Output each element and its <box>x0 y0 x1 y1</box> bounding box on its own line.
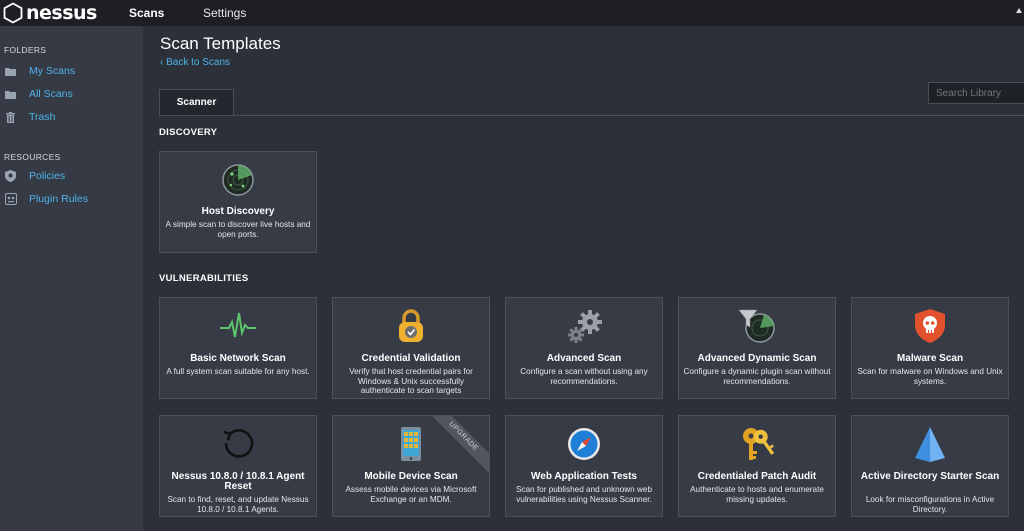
template-card-advanced-scan[interactable]: Advanced Scan Configure a scan without u… <box>505 297 663 399</box>
hexagon-logo-icon <box>3 2 23 24</box>
sidebar-item-policies[interactable]: Policies <box>4 167 65 185</box>
template-card-web-application-tests[interactable]: Web Application Tests Scan for published… <box>505 415 663 517</box>
card-title: Credential Validation <box>361 353 461 364</box>
skull-shield-icon <box>852 308 1008 344</box>
reset-icon <box>160 426 316 462</box>
brand-name: nessus <box>26 2 97 24</box>
card-title: Malware Scan <box>896 353 964 364</box>
sidebar-item-label: Plugin Rules <box>29 193 88 205</box>
card-title: Advanced Scan <box>546 353 622 364</box>
trash-icon <box>4 111 17 124</box>
resources-heading: RESOURCES <box>4 152 61 162</box>
template-card-active-directory-starter-scan[interactable]: Active Directory Starter Scan Look for m… <box>851 415 1009 517</box>
back-to-scans-link[interactable]: ‹ Back to Scans <box>160 57 230 68</box>
template-card-mobile-device-scan[interactable]: UPGRADE Mobile Device Scan Assess mobile… <box>332 415 490 517</box>
template-card-advanced-dynamic-scan[interactable]: Advanced Dynamic Scan Configure a dynami… <box>678 297 836 399</box>
card-title: Active Directory Starter Scan <box>860 471 1000 482</box>
radar-icon <box>160 162 316 198</box>
folder-icon <box>4 88 17 101</box>
filter-radar-icon <box>679 308 835 344</box>
card-description: Configure a dynamic plugin scan without … <box>683 367 831 386</box>
card-description: Verify that host credential pairs for Wi… <box>349 367 473 396</box>
padlock-check-icon <box>333 308 489 344</box>
tab-divider <box>159 115 1024 116</box>
folder-icon <box>4 65 17 78</box>
template-card-malware-scan[interactable]: Malware Scan Scan for malware on Windows… <box>851 297 1009 399</box>
card-description: Scan for published and unknown web vulne… <box>515 485 653 504</box>
card-description: Assess mobile devices via Microsoft Exch… <box>345 485 477 504</box>
card-description: Authenticate to hosts and enumerate miss… <box>690 485 824 504</box>
pulse-icon <box>160 308 316 344</box>
nav-scans[interactable]: Scans <box>129 0 164 26</box>
card-title: Web Application Tests <box>531 471 637 482</box>
card-description: Scan to find, reset, and update Nessus 1… <box>167 495 309 514</box>
sidebar-item-label: My Scans <box>29 65 76 77</box>
sidebar-item-plugin-rules[interactable]: Plugin Rules <box>4 190 88 208</box>
user-menu-caret-icon[interactable] <box>1016 8 1022 13</box>
template-card-credentialed-patch-audit[interactable]: Credentialed Patch Audit Authenticate to… <box>678 415 836 517</box>
top-nav: nessus Scans Settings <box>0 0 1024 26</box>
keys-icon <box>679 426 835 462</box>
card-title: Nessus 10.8.0 / 10.8.1 Agent Reset <box>171 471 305 492</box>
nessus-logo[interactable]: nessus <box>2 0 97 26</box>
card-description: Scan for malware on Windows and Unix sys… <box>857 367 1003 386</box>
sidebar-item-trash[interactable]: Trash <box>4 108 55 126</box>
card-description: Configure a scan without using any recom… <box>520 367 648 386</box>
sidebar-item-my-scans[interactable]: My Scans <box>4 62 75 80</box>
card-title: Basic Network Scan <box>190 353 286 364</box>
template-card-basic-network-scan[interactable]: Basic Network Scan A full system scan su… <box>159 297 317 399</box>
page-title: Scan Templates <box>160 34 281 53</box>
vulnerabilities-heading: VULNERABILITIES <box>159 273 249 284</box>
sidebar-item-label: Trash <box>29 111 56 123</box>
pyramid-icon <box>852 426 1008 462</box>
card-description: A simple scan to discover live hosts and… <box>165 220 311 239</box>
main-content: Scan Templates ‹ Back to Scans Scanner D… <box>143 26 1024 531</box>
back-link-label: Back to Scans <box>166 57 231 68</box>
sidebar-item-label: All Scans <box>29 88 73 100</box>
plugin-rules-icon <box>4 193 17 206</box>
mobile-device-icon <box>333 426 489 462</box>
search-library-input[interactable] <box>928 82 1024 104</box>
nav-settings[interactable]: Settings <box>203 0 246 26</box>
card-description: Look for misconfigurations in Active Dir… <box>865 495 995 514</box>
gears-icon <box>506 308 662 344</box>
compass-icon <box>506 426 662 462</box>
card-title: Host Discovery <box>201 206 275 217</box>
template-card-host-discovery[interactable]: Host Discovery A simple scan to discover… <box>159 151 317 253</box>
sidebar-item-all-scans[interactable]: All Scans <box>4 85 73 103</box>
folders-heading: FOLDERS <box>4 45 47 55</box>
sidebar: FOLDERS My Scans All Scans Trash RESOURC… <box>0 26 143 531</box>
discovery-heading: DISCOVERY <box>159 127 218 138</box>
card-description: A full system scan suitable for any host… <box>166 367 310 376</box>
card-title: Credentialed Patch Audit <box>697 471 817 482</box>
sidebar-item-label: Policies <box>29 170 66 182</box>
template-card-agent-reset[interactable]: Nessus 10.8.0 / 10.8.1 Agent Reset Scan … <box>159 415 317 517</box>
shield-icon <box>4 170 17 183</box>
template-card-credential-validation[interactable]: Credential Validation Verify that host c… <box>332 297 490 399</box>
card-title: Mobile Device Scan <box>364 471 458 482</box>
card-title: Advanced Dynamic Scan <box>697 353 817 364</box>
tab-scanner[interactable]: Scanner <box>159 89 234 116</box>
